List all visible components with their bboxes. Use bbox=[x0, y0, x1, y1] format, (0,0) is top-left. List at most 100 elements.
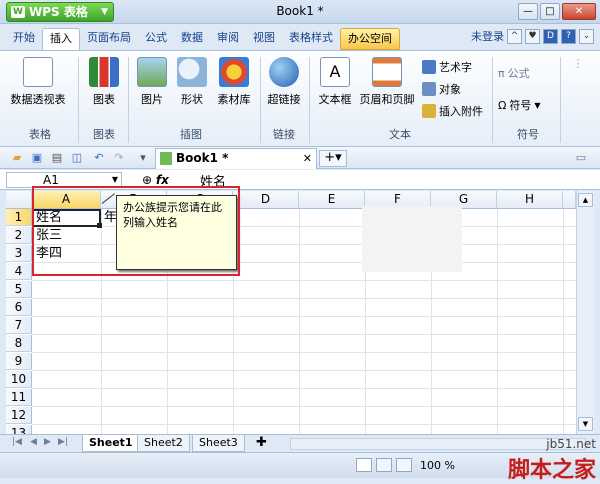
vertical-scrollbar[interactable]: ▲ ▼ bbox=[576, 191, 594, 434]
column-header-e[interactable]: E bbox=[299, 191, 365, 209]
login-link[interactable]: 未登录 bbox=[471, 28, 504, 44]
collapse-ribbon-icon[interactable]: ^ bbox=[507, 28, 522, 44]
gallery-button[interactable]: 素材库 bbox=[214, 57, 254, 107]
more-icon[interactable]: ⌄ bbox=[579, 28, 594, 44]
select-all-corner[interactable] bbox=[6, 191, 32, 209]
globe-icon bbox=[269, 57, 299, 87]
prev-sheet-icon[interactable]: ◀ bbox=[30, 437, 37, 447]
tab-view[interactable]: 视图 bbox=[246, 28, 282, 50]
tab-list-icon[interactable]: ▭ bbox=[574, 151, 588, 165]
print-preview-icon[interactable]: ◫ bbox=[70, 151, 84, 165]
save-icon[interactable]: ▣ bbox=[30, 151, 44, 165]
scroll-up-icon[interactable]: ▲ bbox=[578, 193, 593, 207]
add-sheet-icon[interactable]: ✚ bbox=[256, 436, 267, 450]
textbox-button[interactable]: A 文本框 bbox=[314, 57, 356, 107]
chart-label: 图表 bbox=[93, 93, 115, 106]
last-sheet-icon[interactable]: ▶| bbox=[58, 437, 68, 447]
row-header-2[interactable]: 2 bbox=[6, 227, 32, 244]
shape-button[interactable]: 形状 bbox=[174, 57, 210, 107]
attachment-label: 插入附件 bbox=[439, 105, 483, 118]
tab-page-layout[interactable]: 页面布局 bbox=[80, 28, 138, 50]
maximize-button[interactable]: □ bbox=[540, 3, 560, 20]
tab-formulas[interactable]: 公式 bbox=[138, 28, 174, 50]
header-footer-button[interactable]: 页眉和页脚 bbox=[358, 57, 416, 107]
tab-insert[interactable]: 插入 bbox=[42, 28, 80, 50]
row-header-1[interactable]: 1 bbox=[6, 209, 32, 226]
tab-table-style[interactable]: 表格样式 bbox=[282, 28, 340, 50]
column-header-h[interactable]: H bbox=[497, 191, 563, 209]
row-header-10[interactable]: 10 bbox=[6, 371, 32, 388]
chevron-down-icon: ▼ bbox=[111, 175, 118, 184]
shape-label: 形状 bbox=[181, 93, 203, 106]
close-tab-icon[interactable]: ✕ bbox=[303, 149, 312, 168]
row-header-9[interactable]: 9 bbox=[6, 353, 32, 370]
pivot-table-label: 数据透视表 bbox=[10, 93, 66, 106]
redo-icon[interactable]: ↷ bbox=[112, 151, 126, 165]
tab-data[interactable]: 数据 bbox=[174, 28, 210, 50]
omega-icon: Ω bbox=[498, 98, 507, 112]
chart-button[interactable]: 图表 bbox=[86, 57, 122, 107]
undo-icon[interactable]: ↶ bbox=[92, 151, 106, 165]
picture-button[interactable]: 图片 bbox=[134, 57, 170, 107]
page-break-view-icon[interactable] bbox=[396, 458, 412, 472]
attachment-button[interactable]: 插入附件 bbox=[422, 103, 483, 119]
more-ribbon-button[interactable]: ⋮ bbox=[566, 57, 590, 70]
hyperlink-button[interactable]: 超链接 bbox=[265, 57, 303, 107]
row-header-7[interactable]: 7 bbox=[6, 317, 32, 334]
header-footer-label: 页眉和页脚 bbox=[359, 93, 415, 106]
doc-icon[interactable]: D bbox=[543, 28, 558, 44]
magnifier-icon[interactable]: ⊕ bbox=[142, 173, 152, 187]
group-label-table: 表格 bbox=[29, 128, 51, 141]
pivot-table-icon bbox=[23, 57, 53, 87]
symbol-button[interactable]: Ω 符号 ▼ bbox=[498, 97, 541, 113]
object-icon bbox=[422, 82, 436, 96]
ribbon: 数据透视表 表格 图表 图表 图片 形状 素材库 插图 超链接 链接 A 文本框… bbox=[0, 50, 600, 147]
wordart-icon bbox=[422, 60, 436, 74]
skin-icon[interactable]: ♥ bbox=[525, 28, 540, 44]
customize-toolbar-icon[interactable]: ▾ bbox=[136, 151, 150, 165]
hyperlink-label: 超链接 bbox=[267, 93, 301, 106]
new-tab-button[interactable]: +▾ bbox=[319, 150, 347, 167]
row-header-13[interactable]: 13 bbox=[6, 425, 32, 434]
next-sheet-icon[interactable]: ▶ bbox=[44, 437, 51, 447]
header-footer-icon bbox=[372, 57, 402, 87]
row-header-6[interactable]: 6 bbox=[6, 299, 32, 316]
row-header-3[interactable]: 3 bbox=[6, 245, 32, 262]
chevron-down-icon: ▼ bbox=[534, 100, 541, 110]
cell-reference: A1 bbox=[43, 173, 59, 187]
tab-review[interactable]: 审阅 bbox=[210, 28, 246, 50]
scroll-down-icon[interactable]: ▼ bbox=[578, 417, 593, 431]
horizontal-scrollbar[interactable] bbox=[290, 438, 586, 450]
pivot-table-button[interactable]: 数据透视表 bbox=[8, 57, 68, 107]
row-header-8[interactable]: 8 bbox=[6, 335, 32, 352]
document-tab-label: Book1 * bbox=[176, 151, 229, 165]
page-layout-view-icon[interactable] bbox=[376, 458, 392, 472]
zoom-level[interactable]: 100 % bbox=[420, 459, 455, 472]
sheet-tab-3[interactable]: Sheet3 bbox=[192, 435, 245, 452]
print-icon[interactable]: ▤ bbox=[50, 151, 64, 165]
row-header-11[interactable]: 11 bbox=[6, 389, 32, 406]
formula-button[interactable]: π 公式 bbox=[498, 65, 530, 81]
document-tab[interactable]: Book1 * ✕ bbox=[155, 148, 317, 169]
normal-view-icon[interactable] bbox=[356, 458, 372, 472]
help-icon[interactable]: ? bbox=[561, 28, 576, 44]
object-button[interactable]: 对象 bbox=[422, 81, 461, 97]
tab-home[interactable]: 开始 bbox=[6, 28, 42, 50]
column-header-d[interactable]: D bbox=[233, 191, 299, 209]
quick-access-toolbar: ▰ ▣ ▤ ◫ ↶ ↷ ▾ Book1 * ✕ +▾ ▭ bbox=[0, 147, 600, 169]
fx-icon[interactable]: fx bbox=[156, 173, 169, 187]
textbox-icon: A bbox=[320, 57, 350, 87]
sheet-tab-2[interactable]: Sheet2 bbox=[137, 435, 190, 452]
row-header-4[interactable]: 4 bbox=[6, 263, 32, 280]
tab-office-space[interactable]: 办公空间 bbox=[340, 28, 400, 50]
sheet-tab-1[interactable]: Sheet1 bbox=[82, 435, 140, 452]
row-header-5[interactable]: 5 bbox=[6, 281, 32, 298]
minimize-button[interactable]: — bbox=[518, 3, 538, 20]
column-header-i[interactable] bbox=[563, 191, 576, 209]
close-button[interactable]: ✕ bbox=[562, 3, 596, 20]
first-sheet-icon[interactable]: |◀ bbox=[12, 437, 22, 447]
wordart-button[interactable]: 艺术字 bbox=[422, 59, 472, 75]
row-header-12[interactable]: 12 bbox=[6, 407, 32, 424]
picture-icon bbox=[137, 57, 167, 87]
open-folder-icon[interactable]: ▰ bbox=[10, 151, 24, 165]
